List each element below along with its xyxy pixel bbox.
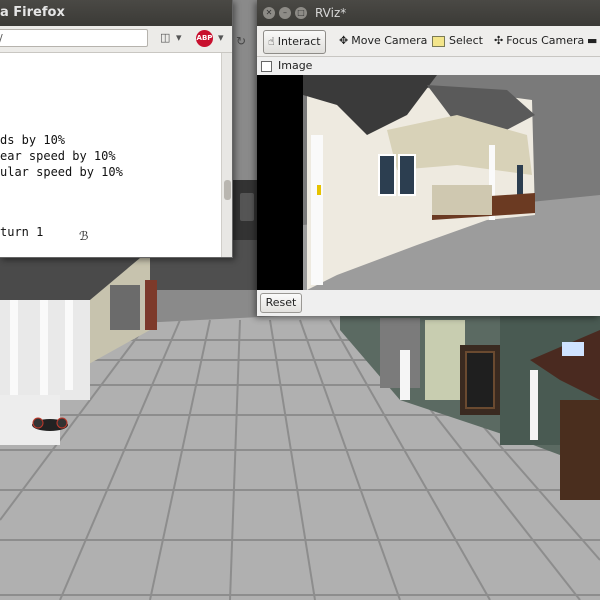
abp-dropdown-icon[interactable]: ▾ [218, 31, 224, 44]
close-icon[interactable]: ✕ [263, 7, 275, 19]
ruler-icon: ▬ [587, 34, 598, 47]
firefox-title: a Firefox [0, 5, 65, 20]
terminal-line: ular speed by 10% [0, 165, 123, 179]
image-panel-header[interactable]: Image [257, 57, 600, 75]
rviz-toolbar: ☝ Interact ✥ Move Camera Select ✣ Focus Cam… [257, 26, 600, 57]
adblock-plus-icon[interactable]: ABP [196, 30, 213, 47]
maximize-icon[interactable]: □ [295, 7, 307, 19]
camera-image [257, 75, 600, 290]
scrollbar-thumb[interactable] [224, 180, 231, 200]
select-box-icon [432, 35, 445, 47]
camera-image-view[interactable] [257, 75, 600, 290]
minimize-icon[interactable]: – [279, 7, 291, 19]
terminal-text-area[interactable]: ds by 10% ear speed by 10% ular speed by… [0, 53, 222, 257]
image-panel-title: Image [278, 59, 313, 72]
move-arrows-icon: ✥ [339, 34, 349, 47]
focus-crosshair-icon: ✣ [494, 34, 504, 47]
url-bar[interactable]: / [0, 29, 148, 47]
vertical-scrollbar[interactable] [221, 53, 232, 257]
select-label: Select [449, 34, 483, 47]
interact-tool-button[interactable]: ☝ Interact [263, 30, 326, 54]
dropdown-arrow-icon[interactable]: ▾ [176, 31, 182, 44]
reset-button[interactable]: Reset [260, 293, 302, 313]
rviz-title: RViz* [315, 6, 347, 20]
firefox-window[interactable]: a Firefox / ◫ ▾ ABP ▾ ds by 10% ear spee… [0, 0, 233, 258]
select-tool-button[interactable]: Select [428, 30, 487, 52]
move-camera-tool-button[interactable]: ✥ Move Camera [335, 30, 431, 52]
rviz-window[interactable]: ✕ – □ RViz* ☝ Interact ✥ Move Camera Selec… [257, 0, 600, 316]
reload-icon[interactable]: ↻ [236, 34, 246, 48]
firefox-titlebar[interactable]: a Firefox [0, 0, 232, 26]
firefox-toolbar: / ◫ ▾ ABP ▾ [0, 26, 232, 53]
measure-tool-button[interactable]: ▬ [583, 30, 600, 52]
text-cursor-icon: ℬ [79, 229, 89, 243]
hand-pointer-icon: ☝ [268, 35, 275, 48]
panel-float-icon[interactable] [261, 60, 272, 72]
terminal-line: turn 1 [0, 225, 44, 239]
rviz-titlebar[interactable]: ✕ – □ RViz* [257, 0, 600, 26]
terminal-line: ds by 10% [0, 133, 66, 147]
terminal-line: ear speed by 10% [0, 149, 116, 163]
move-camera-label: Move Camera [351, 34, 428, 47]
interact-label: Interact [277, 35, 321, 48]
url-text: / [0, 32, 3, 45]
focus-camera-tool-button[interactable]: ✣ Focus Camera [490, 30, 588, 52]
connection-icon[interactable]: ◫ [160, 31, 170, 44]
focus-camera-label: Focus Camera [506, 34, 585, 47]
